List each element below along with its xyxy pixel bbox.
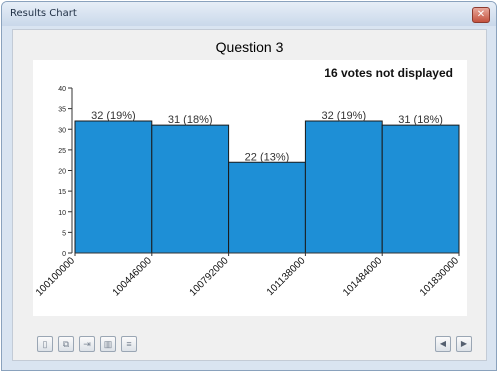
options-button[interactable]: ≡ xyxy=(121,336,137,352)
y-tick-label: 40 xyxy=(58,86,66,93)
y-tick-label: 30 xyxy=(58,127,66,134)
chart-title: Question 3 xyxy=(215,39,284,55)
export-button[interactable]: ⇥ xyxy=(79,336,95,352)
print-button[interactable]: ▯ xyxy=(37,336,53,352)
x-tick-label: 100100000 xyxy=(34,255,77,298)
copy-chart-button[interactable]: ⧉ xyxy=(58,336,74,352)
chart-type-button[interactable]: ▥ xyxy=(100,336,116,352)
x-tick-label: 101138000 xyxy=(265,255,308,298)
bar xyxy=(228,161,306,254)
previous-button[interactable]: ◀ xyxy=(435,336,451,352)
next-button[interactable]: ▶ xyxy=(456,336,472,352)
bar-chart: 0 5 10 15 20 25 30 35 40 32 (19%) 31 (18%) 22 (13%)… xyxy=(34,86,461,299)
bar xyxy=(151,124,230,254)
next-arrow-icon: ▶ xyxy=(460,339,468,348)
title-bar[interactable]: Results Chart ✕ xyxy=(2,2,496,26)
bar xyxy=(74,120,153,254)
y-tick-label: 35 xyxy=(58,107,66,114)
export-icon: ⇥ xyxy=(83,339,91,349)
y-tick-label: 20 xyxy=(58,169,66,176)
bar-data-label: 31 (18%) xyxy=(398,114,443,126)
bar xyxy=(381,124,460,254)
y-tick-label: 25 xyxy=(58,148,66,155)
x-tick-label: 101830000 xyxy=(418,255,461,298)
close-icon: ✕ xyxy=(476,9,486,20)
chart-type-icon: ▥ xyxy=(103,339,113,349)
bar-data-label: 32 (19%) xyxy=(321,110,366,122)
y-tick-label: 15 xyxy=(58,189,66,196)
window-title: Results Chart xyxy=(10,8,77,19)
bar-data-label: 31 (18%) xyxy=(168,114,213,126)
options-icon: ≡ xyxy=(126,339,132,349)
copy-chart-icon: ⧉ xyxy=(62,339,70,349)
x-tick-label: 101484000 xyxy=(341,255,384,298)
bar-data-label: 32 (19%) xyxy=(91,110,136,122)
close-button[interactable]: ✕ xyxy=(472,7,490,23)
chart-panel: Question 3 16 votes not displayed 0 5 10 15… xyxy=(12,29,487,361)
y-tick-label: 10 xyxy=(58,210,66,217)
print-icon: ▯ xyxy=(42,339,48,349)
y-tick-label: 0 xyxy=(62,251,66,258)
votes-not-displayed-note: 16 votes not displayed xyxy=(324,66,453,80)
results-chart-window: Results Chart ✕ Question 3 16 votes not … xyxy=(1,1,497,371)
previous-arrow-icon: ◀ xyxy=(439,339,447,348)
x-tick-label: 100792000 xyxy=(188,255,231,298)
bar xyxy=(304,120,383,254)
plot-area: 16 votes not displayed 0 5 10 15 20 25 30 35 40 3… xyxy=(33,60,467,316)
y-tick-label: 5 xyxy=(62,230,66,237)
bar-data-label: 22 (13%) xyxy=(245,151,290,163)
x-tick-label: 100446000 xyxy=(111,255,154,298)
